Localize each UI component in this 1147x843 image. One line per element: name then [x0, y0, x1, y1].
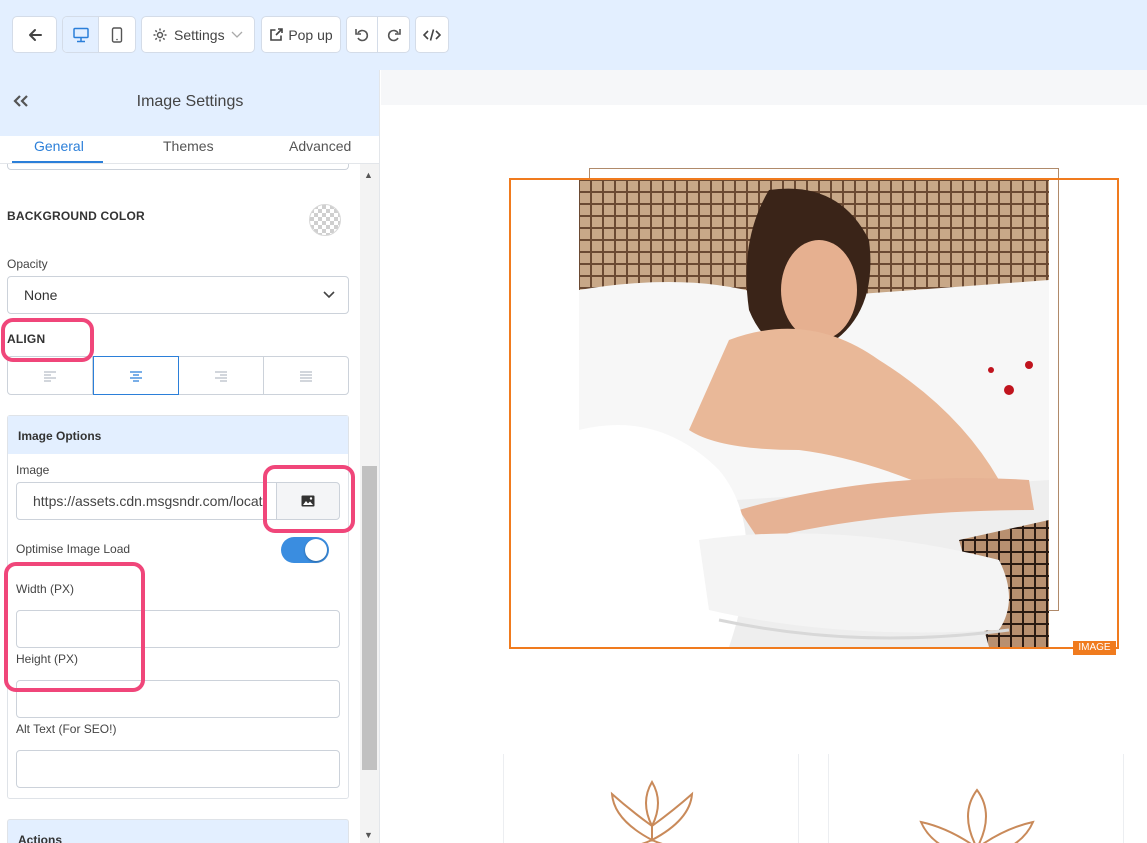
dimensions-highlight: [4, 562, 145, 692]
popup-label: Pop up: [288, 26, 333, 43]
align-center-button[interactable]: [93, 356, 179, 395]
opacity-value: None: [24, 287, 58, 303]
panel-scroll-area: BACKGROUND COLOR Opacity None ALIGN Imag…: [0, 164, 360, 843]
chevron-down-icon: [231, 31, 243, 38]
code-view-button[interactable]: [415, 16, 449, 53]
previous-field-edge: [7, 164, 349, 170]
alt-text-input[interactable]: [16, 750, 340, 788]
align-highlight: [1, 318, 94, 362]
image-url-input[interactable]: https://assets.cdn.msgsndr.com/locati: [16, 482, 278, 520]
redo-icon: [387, 28, 401, 41]
code-icon: [423, 28, 441, 41]
canvas-top-strip: [381, 70, 1147, 105]
background-color-label: BACKGROUND COLOR: [7, 209, 145, 223]
popup-button[interactable]: Pop up: [261, 16, 341, 53]
align-left-icon: [44, 370, 56, 382]
optimise-label: Optimise Image Load: [16, 542, 131, 556]
opacity-label: Opacity: [7, 257, 48, 271]
lotus-icon: [610, 780, 694, 843]
align-justify-icon: [300, 370, 312, 382]
actions-card-title[interactable]: Actions: [7, 819, 349, 843]
external-link-icon: [270, 28, 284, 41]
panel-tabs: General Themes Advanced: [0, 136, 379, 164]
top-toolbar: Settings Pop up: [0, 0, 1147, 70]
scroll-thumb[interactable]: [362, 466, 377, 770]
image-element-tag: IMAGE: [1073, 641, 1116, 655]
undo-button[interactable]: [347, 17, 378, 52]
image-options-title: Image Options: [8, 416, 348, 454]
image-picker-highlight: [263, 465, 355, 533]
chevron-down-icon: [323, 291, 335, 299]
active-tab-indicator: [12, 161, 103, 163]
background-color-swatch[interactable]: [309, 204, 341, 236]
align-justify-button[interactable]: [264, 357, 348, 394]
undo-icon: [355, 28, 369, 41]
device-toggle: [62, 16, 136, 53]
tab-advanced[interactable]: Advanced: [289, 138, 351, 154]
gear-icon: [153, 28, 167, 41]
panel-header: Image Settings: [0, 70, 379, 136]
tab-general[interactable]: General: [34, 138, 84, 154]
editor-canvas: IMAGE: [381, 70, 1147, 843]
arrow-left-icon: [28, 28, 42, 41]
settings-button[interactable]: Settings: [141, 16, 255, 53]
desktop-icon: [72, 27, 89, 42]
selected-image-outline: [509, 178, 1119, 649]
lotus-icon: [919, 788, 1035, 843]
desktop-view-button[interactable]: [63, 17, 100, 52]
tab-themes[interactable]: Themes: [163, 138, 214, 154]
feature-card-1: [503, 754, 799, 843]
redo-button[interactable]: [378, 17, 409, 52]
settings-panel: Image Settings General Themes Advanced B…: [0, 70, 380, 843]
optimise-toggle[interactable]: [281, 537, 329, 563]
feature-card-2: [828, 754, 1124, 843]
mobile-view-button[interactable]: [99, 17, 135, 52]
panel-scrollbar[interactable]: ▲ ▼: [360, 164, 379, 843]
toggle-knob: [305, 539, 327, 561]
align-left-button[interactable]: [8, 357, 93, 394]
history-group: [346, 16, 410, 53]
alt-text-label: Alt Text (For SEO!): [16, 722, 117, 736]
panel-title: Image Settings: [136, 93, 244, 110]
image-label: Image: [16, 463, 50, 477]
mobile-icon: [111, 26, 123, 43]
opacity-select[interactable]: None: [7, 276, 349, 314]
align-right-button[interactable]: [179, 357, 264, 394]
align-right-icon: [215, 370, 227, 382]
align-center-icon: [130, 370, 142, 382]
back-button[interactable]: [12, 16, 57, 53]
settings-label: Settings: [174, 26, 225, 43]
scroll-down-icon[interactable]: ▼: [364, 830, 373, 840]
scroll-up-icon[interactable]: ▲: [364, 170, 373, 180]
